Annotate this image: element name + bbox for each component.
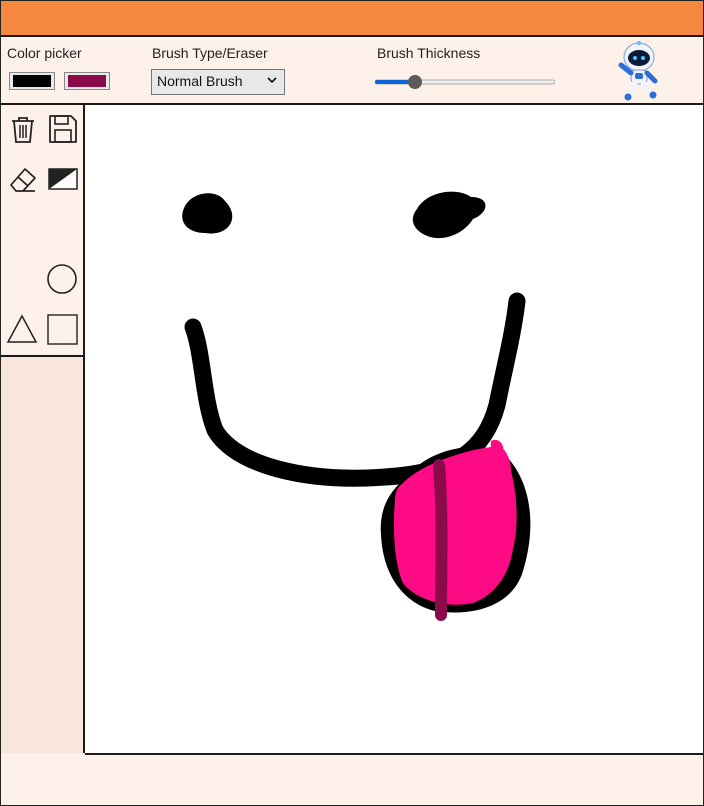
- drawing-canvas[interactable]: [85, 105, 703, 755]
- brush-type-select[interactable]: Normal Brush: [151, 69, 285, 95]
- brush-thickness-label: Brush Thickness: [377, 45, 481, 61]
- paint-app: Color picker Brush Type/Eraser Normal Br…: [0, 0, 704, 806]
- right-eye-stroke: [412, 191, 486, 239]
- brush-thickness-slider[interactable]: [375, 75, 555, 89]
- triangle-icon[interactable]: [6, 313, 38, 345]
- eraser-icon[interactable]: [7, 163, 39, 195]
- tongue-line-stroke: [433, 459, 448, 621]
- toolbar: Color picker Brush Type/Eraser Normal Br…: [1, 37, 703, 105]
- trash-icon[interactable]: [7, 113, 39, 145]
- brush-type-value: Normal Brush: [157, 73, 243, 89]
- circle-icon[interactable]: [46, 263, 78, 295]
- chevron-down-icon: [267, 77, 277, 84]
- color-picker-label: Color picker: [7, 45, 82, 61]
- primary-color-swatch[interactable]: [9, 72, 55, 90]
- save-icon[interactable]: [47, 113, 79, 145]
- secondary-color-swatch[interactable]: [64, 72, 110, 90]
- robot-mascot-image: [618, 41, 658, 101]
- title-bar: [1, 1, 703, 37]
- sidebar: [1, 105, 85, 753]
- footer: [1, 755, 703, 805]
- left-eye-stroke: [182, 193, 233, 234]
- tool-palette: [1, 105, 83, 357]
- canvas-drawing: [182, 191, 531, 621]
- square-icon[interactable]: [47, 314, 79, 346]
- brush-type-label: Brush Type/Eraser: [152, 45, 268, 61]
- fill-contrast-icon[interactable]: [47, 163, 79, 195]
- secondary-color-fill: [68, 75, 106, 87]
- primary-color-fill: [13, 75, 51, 87]
